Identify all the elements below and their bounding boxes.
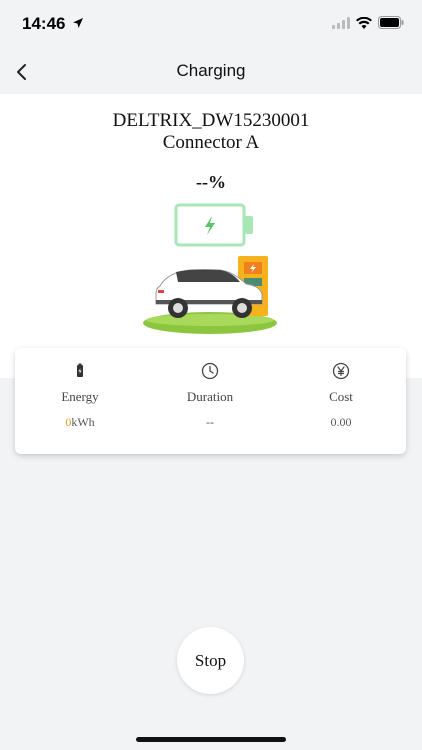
wifi-icon [356,16,372,29]
status-icons [332,16,404,29]
cost-value: 0.00 [330,415,352,429]
location-arrow-icon [73,18,83,28]
station-name: DELTRIX_DW15230001 [112,110,310,131]
nav-bar: Charging [0,50,422,94]
battery-icon [77,363,83,377]
cost-label: Cost [329,389,353,404]
charging-metrics-card: Energy 0kWh Duration -- Cost 0.00 [15,348,406,454]
page-title: Charging [176,61,246,80]
duration-label: Duration [186,389,234,404]
stop-button[interactable]: Stop [177,627,244,694]
energy-value-row: 0kWh [15,415,145,430]
status-time: 14:46 [22,14,66,33]
battery-status-icon [378,16,404,29]
duration-value: -- [206,415,214,429]
car-charging-illustration [143,256,277,334]
clock-icon [201,362,219,380]
battery-charging-icon [174,203,253,247]
status-bar: 14:46 [0,0,422,50]
charge-percent: --% [196,172,226,192]
signal-icon [332,16,350,29]
station-info: DELTRIX_DW15230001 Connector A [0,110,422,154]
connector-name: Connector A [162,132,260,153]
home-indicator [136,737,286,742]
energy-label: Energy [61,389,99,404]
yen-icon [332,362,350,380]
energy-unit: kWh [71,415,95,429]
